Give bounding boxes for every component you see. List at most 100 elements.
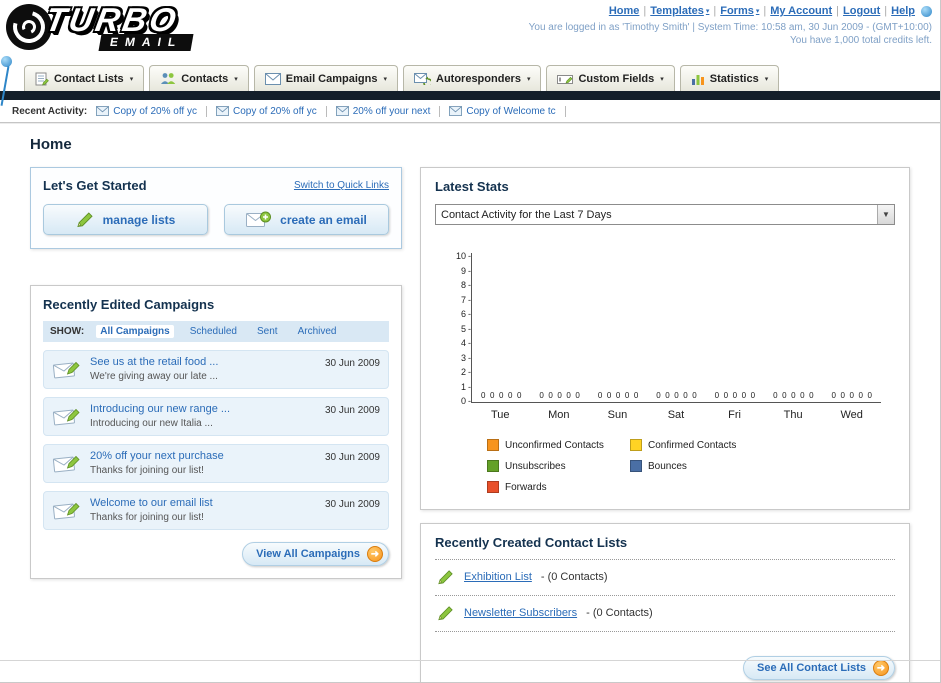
nav-tab-statistics[interactable]: Statistics ▾: [679, 65, 780, 91]
bar-value-label: 0: [624, 391, 630, 400]
y-tick-label: 8: [461, 281, 471, 290]
bar-value-label: 0: [741, 391, 747, 400]
main-content: Home Let's Get Started Switch to Quick L…: [0, 123, 940, 682]
recent-contact-lists-panel: Recently Created Contact Lists Exhibitio…: [420, 523, 910, 682]
recent-activity-item[interactable]: 20% off your next: [335, 105, 441, 117]
pencil-icon: [76, 212, 93, 228]
contact-list-item[interactable]: Newsletter Subscribers - (0 Contacts): [435, 596, 895, 632]
top-link-logout[interactable]: Logout: [843, 5, 880, 17]
main-nav: Contact Lists ▾ Contacts ▾ Email Campaigns…: [0, 62, 940, 91]
x-axis-label: Sun: [607, 409, 628, 421]
bar-value-label: 0: [723, 391, 729, 400]
campaign-subtitle: Thanks for joining our list!: [90, 512, 204, 523]
contact-list-link[interactable]: Newsletter Subscribers: [464, 607, 577, 619]
manage-lists-button[interactable]: manage lists: [43, 204, 208, 235]
campaign-title-link[interactable]: Welcome to our email list: [90, 497, 317, 509]
get-started-panel: Let's Get Started Switch to Quick Links …: [30, 167, 402, 249]
recent-activity-bar: Recent Activity: Copy of 20% off yc Copy…: [0, 100, 940, 123]
contact-list-link[interactable]: Exhibition List: [464, 571, 532, 583]
campaigns-title: Recently Edited Campaigns: [43, 297, 215, 312]
envelope-plus-icon: [246, 211, 272, 227]
nav-tab-autoresponders[interactable]: Autoresponders ▾: [403, 65, 542, 91]
create-email-button[interactable]: create an email: [224, 204, 389, 235]
top-link-my-account[interactable]: My Account: [770, 5, 832, 17]
chevron-down-icon: ▾: [764, 75, 769, 83]
bar-value-label: 0: [674, 391, 679, 400]
contact-activity-chart: 109876543210 000000000000000000000000000…: [435, 252, 895, 493]
campaign-row[interactable]: 20% off your next purchase Thanks for jo…: [43, 444, 389, 483]
legend-item: Unconfirmed Contacts: [487, 439, 630, 451]
bar-value-label: 0: [615, 391, 621, 400]
contact-lists-title: Recently Created Contact Lists: [435, 535, 628, 550]
bar-value-label: 0: [849, 391, 854, 400]
stats-period-select[interactable]: Contact Activity for the Last 7 Days ▼: [435, 204, 895, 225]
contact-list-item[interactable]: Exhibition List - (0 Contacts): [435, 560, 895, 596]
top-link-templates[interactable]: Templates ▾: [650, 5, 709, 17]
bar-value-label: 0: [809, 391, 814, 400]
nav-tab-email-campaigns[interactable]: Email Campaigns ▾: [253, 65, 398, 91]
switch-quick-links-link[interactable]: Switch to Quick Links: [294, 180, 389, 191]
tab-archived[interactable]: Archived: [294, 325, 341, 338]
x-axis-label: Mon: [548, 409, 570, 421]
recent-campaigns-panel: Recently Edited Campaigns SHOW: All Camp…: [30, 285, 402, 579]
campaign-row[interactable]: See us at the retail food ... We're givi…: [43, 350, 389, 389]
legend-item: Forwards: [487, 481, 630, 493]
campaign-subtitle: Introducing our new Italia ...: [90, 418, 213, 429]
envelope-icon: [215, 106, 229, 116]
top-links: Home | Templates ▾ | Forms ▾ | My Account …: [529, 5, 932, 17]
envelope-pencil-icon: [52, 408, 80, 426]
bar-value-label: 0: [480, 391, 486, 400]
recent-activity-item[interactable]: Copy of Welcome tc: [449, 105, 566, 117]
bar-value-label: 0: [782, 391, 787, 400]
bar-group: 00000: [714, 253, 755, 402]
nav-tab-custom-fields[interactable]: Custom Fields ▾: [546, 65, 675, 91]
legend-swatch: [487, 481, 499, 493]
bar-value-label: 0: [656, 391, 661, 400]
campaign-title-link[interactable]: Introducing our new range ...: [90, 403, 317, 415]
tab-scheduled[interactable]: Scheduled: [186, 325, 241, 338]
bar-value-label: 0: [498, 391, 504, 400]
page-title: Home: [30, 136, 72, 153]
recent-activity-label: Recent Activity:: [12, 105, 88, 117]
stats-title: Latest Stats: [435, 179, 509, 194]
chevron-down-icon: ▾: [129, 75, 134, 83]
x-axis-label: Sat: [667, 409, 685, 421]
top-link-forms[interactable]: Forms ▾: [720, 5, 759, 17]
chevron-down-icon: ▾: [234, 75, 238, 83]
campaign-row[interactable]: Welcome to our email list Thanks for joi…: [43, 491, 389, 530]
help-icon[interactable]: [921, 5, 932, 17]
nav-tab-contact-lists[interactable]: Contact Lists ▾: [24, 65, 145, 91]
campaign-title-link[interactable]: See us at the retail food ...: [90, 356, 317, 368]
footer-divider: [0, 660, 940, 661]
campaign-date: 30 Jun 2009: [324, 405, 380, 416]
chevron-down-icon: ▾: [383, 75, 387, 83]
turbo-email-logo[interactable]: TURBO EMAIL: [6, 1, 194, 51]
campaign-subtitle: We're giving away our late ...: [90, 371, 218, 382]
contact-list-icon: [35, 72, 49, 85]
campaign-title-link[interactable]: 20% off your next purchase: [90, 450, 317, 462]
bar-chart-icon: [691, 75, 704, 85]
autoresponder-icon: [414, 73, 431, 85]
tab-sent[interactable]: Sent: [253, 325, 282, 338]
credits-info: You have 1,000 total credits left.: [790, 35, 932, 46]
top-link-home[interactable]: Home: [609, 5, 640, 17]
nav-tab-contacts[interactable]: Contacts ▾: [149, 65, 249, 91]
bar-group: 00000: [539, 253, 580, 402]
campaign-row[interactable]: Introducing our new range ... Introducin…: [43, 397, 389, 436]
recent-activity-item[interactable]: Copy of 20% off yc: [215, 105, 327, 117]
view-all-campaigns-button[interactable]: View All Campaigns ➜: [242, 542, 389, 566]
legend-swatch: [630, 439, 642, 451]
top-link-help[interactable]: Help: [891, 5, 915, 17]
recent-activity-item[interactable]: Copy of 20% off yc: [96, 105, 207, 117]
pencil-icon: [438, 570, 453, 585]
top-header: TURBO EMAIL Home | Templates ▾ | Forms ▾ |…: [0, 0, 940, 106]
show-label: SHOW:: [50, 326, 85, 337]
bar-value-label: 0: [633, 391, 639, 400]
tab-all-campaigns[interactable]: All Campaigns: [96, 325, 174, 338]
y-tick-label: 3: [461, 353, 471, 362]
envelope-icon: [264, 72, 281, 85]
legend-item: Bounces: [630, 460, 773, 472]
envelope-pencil-icon: [52, 361, 80, 379]
login-info: You are logged in as 'Timothy Smith' | S…: [528, 22, 932, 33]
campaign-subtitle: Thanks for joining our list!: [90, 465, 204, 476]
